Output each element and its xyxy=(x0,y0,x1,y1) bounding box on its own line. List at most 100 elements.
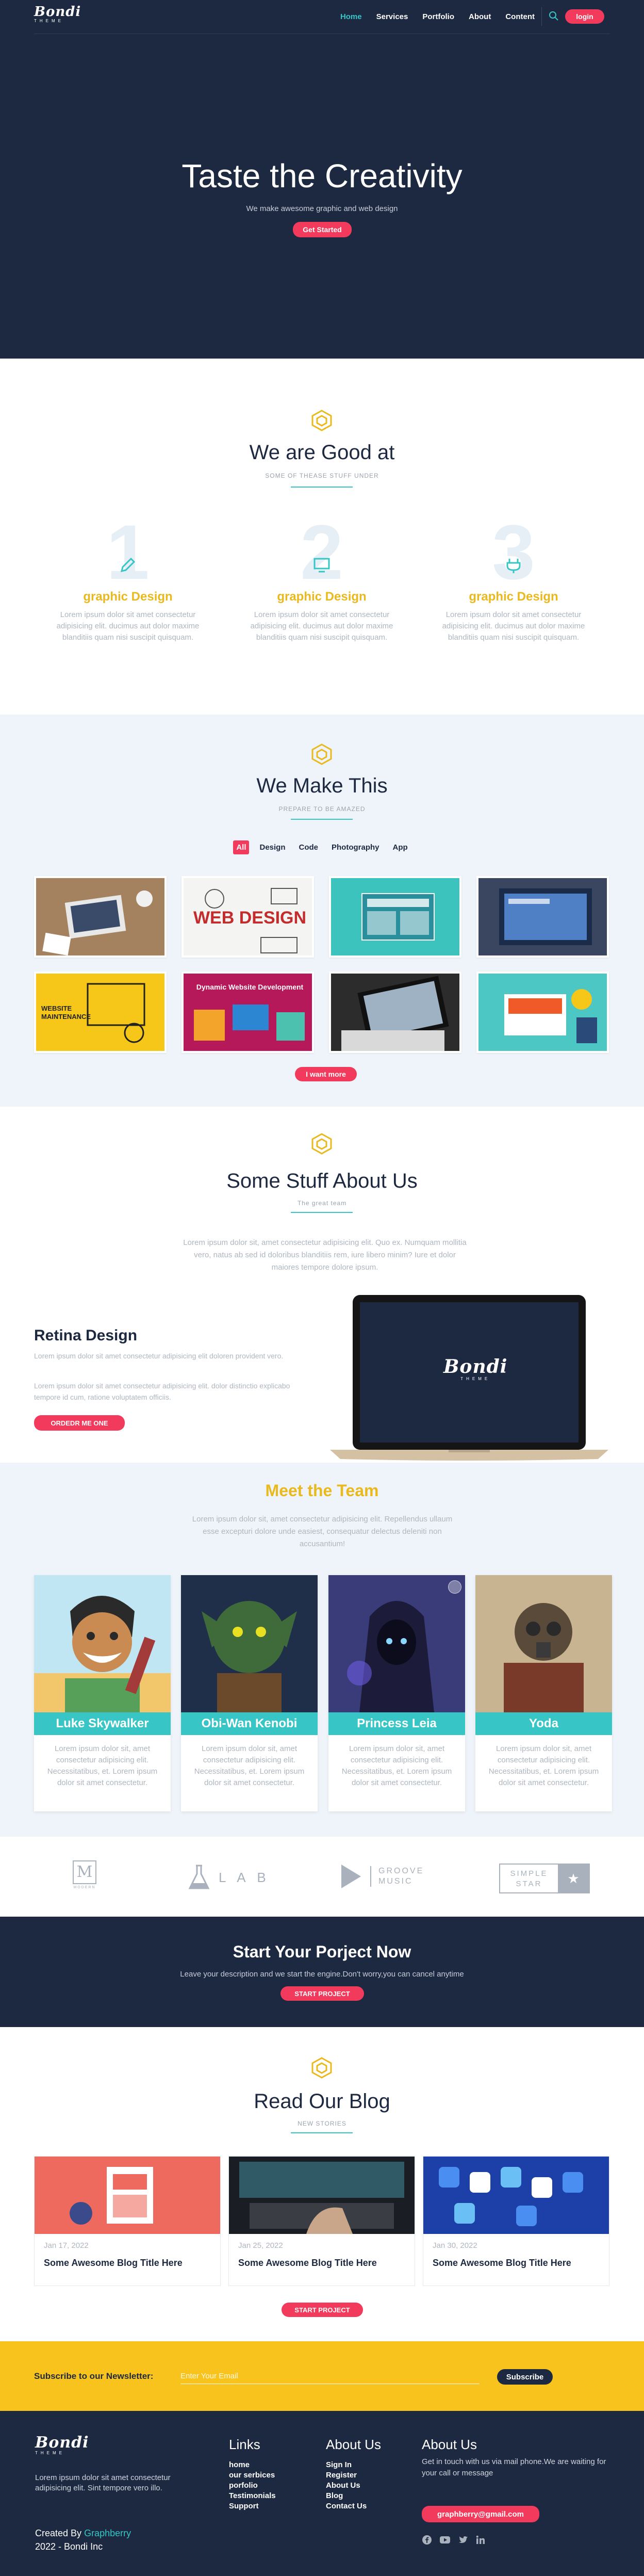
blog-post-card[interactable]: Jan 30, 2022 Some Awesome Blog Title Her… xyxy=(423,2156,609,2286)
skill-card: 2 graphic Design Lorem ipsum dolor sit a… xyxy=(239,513,404,643)
footer-logo[interactable]: Bondi THEME xyxy=(35,2434,89,2455)
cta-subtitle: Leave your description and we start the … xyxy=(180,1970,464,1979)
nav-link-portfolio[interactable]: Portfolio xyxy=(422,12,454,21)
footer-link-portfolio[interactable]: porfolio xyxy=(229,2481,276,2491)
filter-app[interactable]: App xyxy=(390,840,411,854)
portfolio-item[interactable] xyxy=(329,876,461,958)
member-bio: Lorem ipsum dolor sit, amet consectetur … xyxy=(194,1744,305,1787)
client-logo-m: M xyxy=(73,1860,96,1884)
footer-logo-text: Bondi xyxy=(35,2434,89,2452)
footer-links-column: Links home our serbices porfolio Testimo… xyxy=(229,2437,276,2512)
logo-text: Bondi xyxy=(34,4,81,20)
flask-icon xyxy=(188,1865,210,1889)
member-bio: Lorem ipsum dolor sit, amet consectetur … xyxy=(47,1744,158,1787)
footer-link-register[interactable]: Register xyxy=(326,2470,381,2481)
hero-title: Taste the Creativity xyxy=(181,157,463,195)
skill-number: 2 xyxy=(239,513,404,591)
footer-link-contact[interactable]: Contact Us xyxy=(326,2501,381,2512)
brand-logo[interactable]: Bondi THEME xyxy=(34,4,81,23)
blog-start-project-button[interactable]: START PROJECT xyxy=(282,2303,363,2317)
footer-link-testimonials[interactable]: Testimonials xyxy=(229,2491,276,2501)
blog-post-title[interactable]: Some Awesome Blog Title Here xyxy=(238,2258,377,2269)
footer-link-blog[interactable]: Blog xyxy=(326,2491,381,2501)
nav-link-content[interactable]: Content xyxy=(505,12,535,21)
soldier-avatar xyxy=(475,1575,612,1712)
search-icon[interactable] xyxy=(549,11,559,21)
footer-column-title: Links xyxy=(229,2437,260,2452)
newsletter-email-input[interactable] xyxy=(180,2369,480,2384)
client-logo-groove: GROOVE MUSIC xyxy=(339,1864,424,1889)
section-title: We are Good at xyxy=(249,441,395,464)
member-photo xyxy=(328,1575,465,1712)
portfolio-item[interactable]: WEB DESIGN xyxy=(181,876,314,958)
section-underline xyxy=(291,819,353,820)
member-name: Luke Skywalker xyxy=(34,1712,171,1735)
team-member-card[interactable]: Princess Leia Lorem ipsum dolor sit, ame… xyxy=(328,1575,465,1811)
app-image xyxy=(331,878,459,955)
get-started-button[interactable]: Get Started xyxy=(293,222,352,237)
tile-text: WEBSITE MAINTENANCE xyxy=(41,1005,91,1020)
team-section: Meet the Team Lorem ipsum dolor sit, ame… xyxy=(0,1463,644,1837)
star-icon: ★ xyxy=(558,1865,589,1892)
youtube-icon[interactable] xyxy=(439,2535,451,2545)
nav-link-about[interactable]: About xyxy=(469,12,491,21)
footer-link-home[interactable]: home xyxy=(229,2460,276,2470)
team-title: Meet the Team xyxy=(265,1481,379,1500)
share-icon[interactable] xyxy=(448,1580,461,1594)
filter-photography[interactable]: Photography xyxy=(328,840,383,854)
portfolio-item[interactable] xyxy=(34,876,167,958)
login-button[interactable]: login xyxy=(565,9,604,24)
footer-credit: Created By Graphberry 2022 - Bondi Inc xyxy=(35,2526,131,2553)
footer-link-about[interactable]: About Us xyxy=(326,2481,381,2491)
subscribe-button[interactable]: Subscribe xyxy=(497,2369,553,2385)
keyboard-photo xyxy=(229,2157,415,2234)
client-logo-simplestar: SIMPLE STAR ★ xyxy=(499,1864,590,1893)
filter-design[interactable]: Design xyxy=(256,840,288,854)
twitter-icon[interactable] xyxy=(458,2535,468,2545)
hero-subtitle: We make awesome graphic and web design xyxy=(246,204,398,213)
author-link[interactable]: Graphberry xyxy=(84,2528,131,2538)
blog-post-title[interactable]: Some Awesome Blog Title Here xyxy=(433,2258,571,2269)
portfolio-item[interactable] xyxy=(476,971,609,1053)
footer-about-column: About Us Sign In Register About Us Blog … xyxy=(326,2437,381,2512)
footer-link-services[interactable]: our serbices xyxy=(229,2470,276,2481)
blog-post-card[interactable]: Jan 25, 2022 Some Awesome Blog Title Her… xyxy=(228,2156,415,2286)
team-member-card[interactable]: Luke Skywalker Lorem ipsum dolor sit, am… xyxy=(34,1575,171,1811)
footer-link-support[interactable]: Support xyxy=(229,2501,276,2512)
typing-photo-image xyxy=(331,974,459,1051)
nav-link-services[interactable]: Services xyxy=(376,12,408,21)
section-subtitle: The great team xyxy=(297,1200,347,1207)
cta-title: Start Your Porject Now xyxy=(233,1942,411,1961)
nav-link-home[interactable]: Home xyxy=(340,12,362,21)
team-member-card[interactable]: Yoda Lorem ipsum dolor sit, amet consect… xyxy=(475,1575,612,1811)
footer-column-title: About Us xyxy=(422,2437,477,2452)
footer-link-signin[interactable]: Sign In xyxy=(326,2460,381,2470)
start-project-button[interactable]: START PROJECT xyxy=(280,1986,364,2001)
clients-section: M MODERN L A B GROOVE MUSIC SIMPLE STAR … xyxy=(0,1837,644,1917)
portfolio-item[interactable] xyxy=(476,876,609,958)
facebook-icon[interactable] xyxy=(422,2535,432,2545)
client-logo-simple-1: SIMPLE xyxy=(510,1869,548,1878)
portfolio-item[interactable]: WEBSITE MAINTENANCE xyxy=(34,971,167,1053)
email-button[interactable]: graphberry@gmail.com xyxy=(422,2506,539,2522)
portfolio-item[interactable]: Dynamic Website Development xyxy=(181,971,314,1053)
want-more-button[interactable]: I want more xyxy=(295,1067,357,1081)
linkedin-icon[interactable] xyxy=(475,2535,486,2545)
order-button[interactable]: ORDEDR ME ONE xyxy=(34,1415,125,1431)
section-title: Some Stuff About Us xyxy=(226,1170,418,1192)
app-icons-photo xyxy=(423,2157,609,2234)
cta-section: Start Your Porject Now Leave your descri… xyxy=(0,1917,644,2027)
client-logo-groove-2: MUSIC xyxy=(378,1877,413,1886)
team-member-card[interactable]: Obi-Wan Kenobi Lorem ipsum dolor sit, am… xyxy=(181,1575,318,1811)
blog-post-image xyxy=(229,2157,415,2234)
nav-divider xyxy=(541,7,542,26)
section-underline xyxy=(291,487,353,488)
filter-code[interactable]: Code xyxy=(296,840,322,854)
section-subtitle: PREPARE TO BE AMAZED xyxy=(278,805,366,813)
member-name: Princess Leia xyxy=(328,1712,465,1735)
portfolio-item[interactable] xyxy=(329,971,461,1053)
plug-icon xyxy=(506,559,521,573)
blog-post-card[interactable]: Jan 17, 2022 Some Awesome Blog Title Her… xyxy=(34,2156,221,2286)
filter-all[interactable]: All xyxy=(233,840,250,854)
blog-post-title[interactable]: Some Awesome Blog Title Here xyxy=(44,2258,183,2269)
